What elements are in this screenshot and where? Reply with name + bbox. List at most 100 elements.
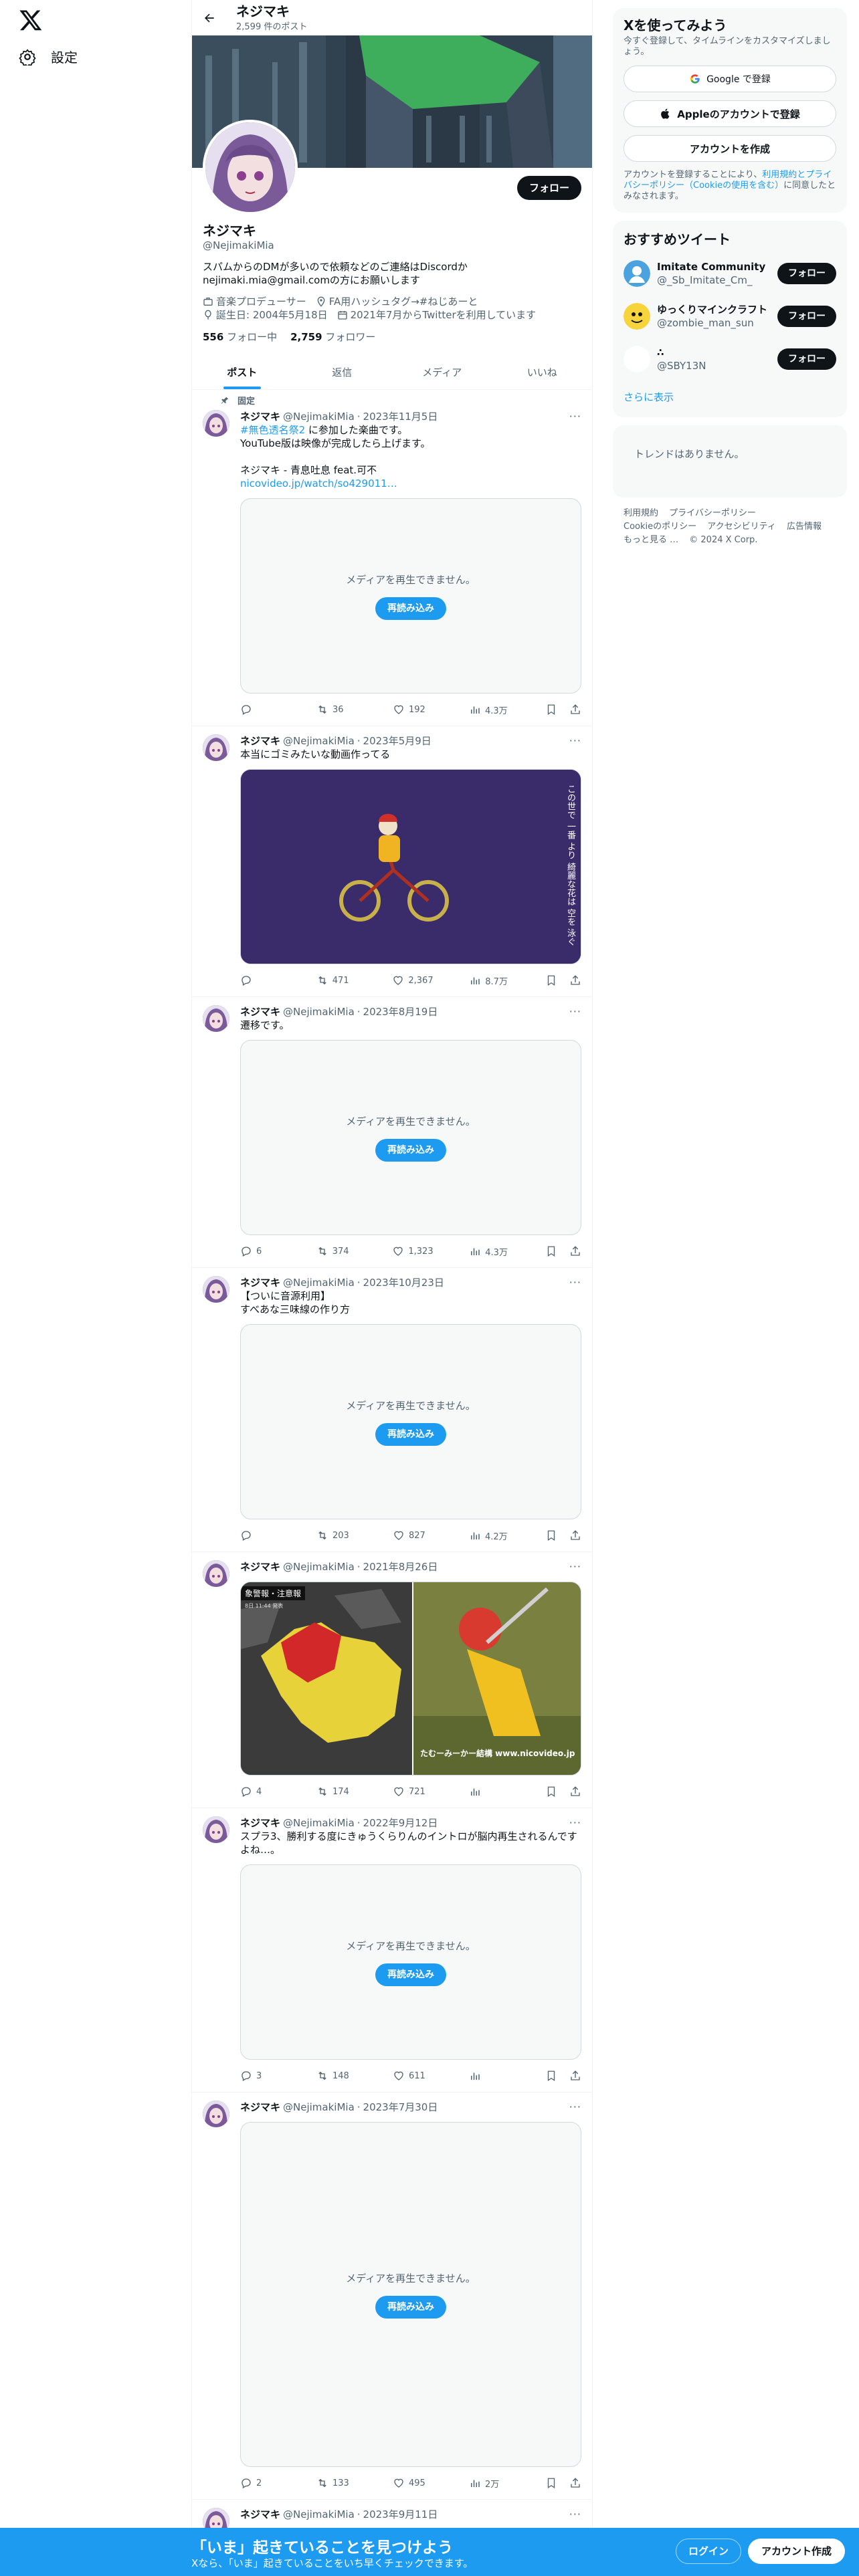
create-account-button[interactable]: アカウントを作成 bbox=[624, 135, 836, 162]
tweet-more-icon[interactable]: ··· bbox=[569, 1560, 581, 1573]
bookmark-icon[interactable] bbox=[545, 974, 557, 986]
tweet-date[interactable]: 2023年7月30日 bbox=[363, 2101, 438, 2114]
reco-follow-button[interactable]: フォロー bbox=[777, 348, 836, 370]
share-icon[interactable] bbox=[569, 2477, 581, 2489]
reply-action[interactable]: 2 bbox=[240, 2477, 280, 2489]
nav-settings[interactable]: 設定 bbox=[19, 47, 78, 66]
repost-action[interactable]: 471 bbox=[316, 974, 357, 986]
signup-button[interactable]: アカウント作成 bbox=[748, 2539, 846, 2564]
tweet-image-map[interactable]: 象警報・注意報 8日 11:44 発表 bbox=[241, 1582, 412, 1775]
x-logo-icon[interactable] bbox=[19, 8, 43, 32]
tweet-author-name[interactable]: ネジマキ bbox=[240, 2508, 280, 2521]
like-action[interactable]: 827 bbox=[393, 1529, 433, 1541]
share-icon[interactable] bbox=[569, 2070, 581, 2082]
tweet-avatar[interactable] bbox=[203, 2101, 229, 2127]
tweet-author-handle[interactable]: @NejimakiMia bbox=[283, 2101, 355, 2114]
tweet-more-icon[interactable]: ··· bbox=[569, 410, 581, 423]
tweet-author-name[interactable]: ネジマキ bbox=[240, 1005, 280, 1018]
repost-action[interactable]: 203 bbox=[316, 1529, 357, 1541]
views-action[interactable]: 2万 bbox=[469, 2477, 509, 2490]
reco-user[interactable]: ゆっくりマインクラフト @zombie_man_sun フォロー bbox=[613, 295, 847, 338]
reply-action[interactable] bbox=[240, 1529, 280, 1541]
views-action[interactable]: 8.7万 bbox=[469, 974, 509, 987]
share-icon[interactable] bbox=[569, 1245, 581, 1257]
tab-media[interactable]: メディア bbox=[392, 354, 492, 389]
share-icon[interactable] bbox=[569, 704, 581, 716]
tweet-more-icon[interactable]: ··· bbox=[569, 1816, 581, 1829]
repost-action[interactable]: 133 bbox=[316, 2477, 357, 2489]
profile-follow-button[interactable]: フォロー bbox=[516, 176, 581, 200]
tweet-author-handle[interactable]: @NejimakiMia bbox=[283, 1560, 355, 1574]
reload-button[interactable]: 再読み込み bbox=[375, 2295, 446, 2319]
reply-action[interactable] bbox=[240, 704, 280, 716]
tweet-more-icon[interactable]: ··· bbox=[569, 2101, 581, 2113]
footer-link-ads[interactable]: 広告情報 bbox=[787, 522, 822, 532]
reco-user[interactable]: ∴ @SBY13N フォロー bbox=[613, 338, 847, 381]
bookmark-icon[interactable] bbox=[545, 1786, 557, 1798]
tweet-date[interactable]: 2023年11月5日 bbox=[363, 410, 438, 423]
tweet-avatar[interactable] bbox=[203, 1276, 229, 1303]
following-link[interactable]: 556 フォロー中 bbox=[203, 330, 277, 344]
bookmark-icon[interactable] bbox=[545, 704, 557, 716]
tweet-avatar[interactable] bbox=[203, 734, 229, 761]
repost-action[interactable]: 174 bbox=[316, 1786, 357, 1798]
reload-button[interactable]: 再読み込み bbox=[375, 597, 446, 620]
tweet[interactable]: ··· ネジマキ @NejimakiMia · 2023年10月23日 【ついに… bbox=[192, 1268, 592, 1552]
tweet-date[interactable]: 2023年9月11日 bbox=[363, 2508, 438, 2521]
like-action[interactable]: 495 bbox=[393, 2477, 433, 2489]
tweet-author-handle[interactable]: @NejimakiMia bbox=[283, 1005, 355, 1018]
tab-posts[interactable]: ポスト bbox=[192, 354, 292, 389]
footer-link-terms[interactable]: 利用規約 bbox=[624, 508, 658, 518]
tweet-avatar[interactable] bbox=[203, 1560, 229, 1587]
footer-link-more[interactable]: もっと見る … bbox=[624, 535, 678, 545]
views-action[interactable]: 4.3万 bbox=[469, 1245, 509, 1258]
tweet-more-icon[interactable]: ··· bbox=[569, 734, 581, 747]
reload-button[interactable]: 再読み込み bbox=[375, 1138, 446, 1162]
tweet[interactable]: ··· ネジマキ @NejimakiMia · 2023年8月19日 遷移です。… bbox=[192, 997, 592, 1268]
footer-link-privacy[interactable]: プライバシーポリシー bbox=[669, 508, 756, 518]
tweet-author-name[interactable]: ネジマキ bbox=[240, 1816, 280, 1830]
tweet[interactable]: ··· ネジマキ @NejimakiMia · 2022年9月12日 スプラ3、… bbox=[192, 1808, 592, 2092]
repost-action[interactable]: 36 bbox=[316, 704, 357, 716]
views-action[interactable] bbox=[469, 1786, 509, 1798]
views-action[interactable]: 4.3万 bbox=[469, 704, 509, 716]
tweet-more-icon[interactable]: ··· bbox=[569, 2508, 581, 2520]
tweet-author-name[interactable]: ネジマキ bbox=[240, 1560, 280, 1574]
reco-user[interactable]: Imitate Community @_Sb_Imitate_Cm_ フォロー bbox=[613, 252, 847, 295]
tweet-author-handle[interactable]: @NejimakiMia bbox=[283, 410, 355, 423]
tweet[interactable]: ··· ネジマキ @NejimakiMia · 2023年5月9日 本当にゴミみ… bbox=[192, 726, 592, 997]
footer-link-cookies[interactable]: Cookieのポリシー bbox=[624, 522, 696, 532]
tweet-hashtag[interactable]: #無色透名祭2 bbox=[240, 424, 305, 436]
like-action[interactable]: 611 bbox=[393, 2070, 433, 2082]
footer-link-accessibility[interactable]: アクセシビリティ bbox=[707, 522, 776, 532]
tweet[interactable]: ··· ネジマキ @NejimakiMia · 2021年8月26日 象警報・注… bbox=[192, 1552, 592, 1808]
tweet-avatar[interactable] bbox=[203, 1005, 229, 1032]
tweet-url[interactable]: nicovideo.jp/watch/so429011… bbox=[240, 477, 397, 490]
followers-link[interactable]: 2,759 フォロワー bbox=[290, 330, 375, 344]
tweet-video-thumbnail[interactable]: この世で 一番 より 綺麗な花は 空を 泳ぐ bbox=[240, 769, 581, 964]
share-icon[interactable] bbox=[569, 1529, 581, 1541]
tweet-author-name[interactable]: ネジマキ bbox=[240, 734, 280, 748]
bookmark-icon[interactable] bbox=[545, 1245, 557, 1257]
reply-action[interactable]: 3 bbox=[240, 2070, 280, 2082]
tweet-image-video-still[interactable]: たむーみーかー結構 www.nicovideo.jp bbox=[413, 1582, 581, 1775]
tweet-author-handle[interactable]: @NejimakiMia bbox=[283, 2508, 355, 2521]
reply-action[interactable] bbox=[240, 974, 280, 986]
tweet-date[interactable]: 2023年10月23日 bbox=[363, 1276, 444, 1289]
tweet-date[interactable]: 2023年8月19日 bbox=[363, 1005, 438, 1018]
like-action[interactable]: 2,367 bbox=[392, 974, 434, 986]
tweet-author-handle[interactable]: @NejimakiMia bbox=[283, 734, 355, 748]
tweet-date[interactable]: 2023年5月9日 bbox=[363, 734, 432, 748]
reload-button[interactable]: 再読み込み bbox=[375, 1963, 446, 1986]
reload-button[interactable]: 再読み込み bbox=[375, 1422, 446, 1446]
tweet-author-handle[interactable]: @NejimakiMia bbox=[283, 1276, 355, 1289]
show-more-link[interactable]: さらに表示 bbox=[613, 381, 847, 415]
tab-replies[interactable]: 返信 bbox=[292, 354, 393, 389]
reco-follow-button[interactable]: フォロー bbox=[777, 263, 836, 284]
share-icon[interactable] bbox=[569, 974, 581, 986]
login-button[interactable]: ログイン bbox=[676, 2539, 742, 2564]
tweet-author-name[interactable]: ネジマキ bbox=[240, 2101, 280, 2114]
google-signup-button[interactable]: Google で登録 bbox=[624, 66, 836, 92]
like-action[interactable]: 1,323 bbox=[392, 1245, 434, 1257]
back-arrow-icon[interactable] bbox=[203, 11, 216, 25]
